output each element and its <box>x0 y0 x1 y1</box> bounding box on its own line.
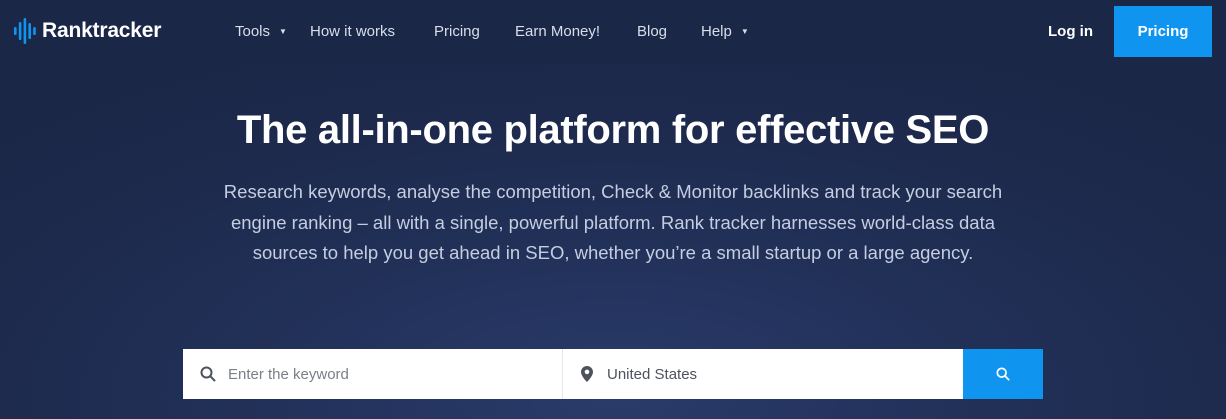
pricing-button[interactable]: Pricing <box>1114 6 1212 57</box>
nav-item-label: Pricing <box>434 23 480 40</box>
nav-item-how-it-works[interactable]: How it works <box>310 23 395 40</box>
hero-title: The all-in-one platform for effective SE… <box>236 108 990 152</box>
search-icon <box>996 367 1010 381</box>
nav-item-blog[interactable]: Blog <box>637 23 667 40</box>
nav-item-earn-money[interactable]: Earn Money! <box>515 23 600 40</box>
nav-item-label: How it works <box>310 23 396 40</box>
hero-subtitle: Research keywords, analyse the competiti… <box>223 181 1003 263</box>
search-icon <box>200 366 216 382</box>
location-field[interactable]: United States <box>563 349 963 399</box>
nav-item-label: Tools <box>235 23 271 40</box>
keyword-search-bar: United States <box>183 349 1043 399</box>
nav-item-help[interactable]: Help ▼ <box>701 23 749 40</box>
nav-item-label: Blog <box>637 23 668 40</box>
login-link[interactable]: Log in <box>1048 23 1093 40</box>
nav-item-label: Help <box>701 23 732 40</box>
location-value: United States <box>607 365 698 383</box>
keyword-input[interactable] <box>228 365 528 383</box>
map-pin-icon <box>581 366 593 382</box>
nav-item-label: Earn Money! <box>515 23 601 40</box>
top-navbar: Ranktracker Tools ▼ How it works Pricing… <box>0 0 1226 64</box>
caret-down-icon: ▼ <box>279 27 287 36</box>
ranktracker-logo[interactable]: Ranktracker <box>14 18 161 44</box>
brand-name: Ranktracker <box>42 19 162 42</box>
nav-item-pricing[interactable]: Pricing <box>434 23 480 40</box>
keyword-field[interactable] <box>183 349 563 399</box>
nav-item-tools[interactable]: Tools ▼ <box>235 23 287 40</box>
equalizer-logo-icon <box>14 18 36 44</box>
search-submit-button[interactable] <box>963 349 1043 399</box>
caret-down-icon: ▼ <box>740 27 749 36</box>
